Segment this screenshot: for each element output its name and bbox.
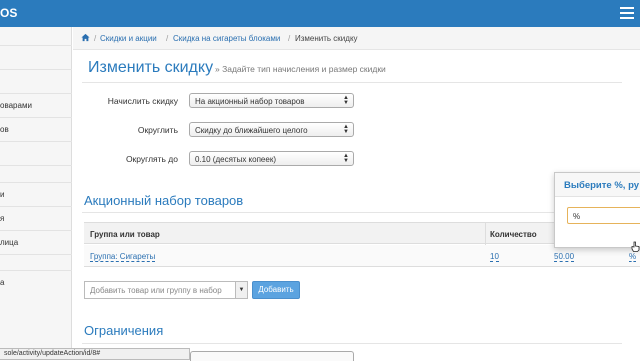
popover-title: Выберите %, ру (564, 180, 640, 191)
breadcrumb-item-discounts[interactable]: Скидки и акции (100, 34, 157, 43)
breadcrumb: / Скидки и акции / Скидка на сигареты бл… (73, 27, 640, 50)
sidebar-item-label: я (0, 214, 5, 223)
top-navbar: OS (0, 0, 640, 27)
sidebar-item-label: оварами (0, 101, 32, 110)
table-row: Группа: Сигареты 10 50.00 % (84, 245, 640, 267)
status-url: sole/activity/updateAction/id/8# (4, 350, 101, 357)
add-item-select[interactable]: Добавить товар или группу в набор ▼ (84, 281, 248, 299)
divider (82, 212, 622, 213)
column-quantity: Количество (490, 230, 537, 239)
add-item-placeholder: Добавить товар или группу в набор (90, 286, 222, 295)
unit-input-value: % (573, 212, 581, 221)
sidebar-item-label: ов (0, 125, 9, 134)
divider (82, 343, 622, 344)
round-select[interactable]: Скидку до ближайшего целого ▲ ▼ (189, 122, 354, 137)
chevron-down-icon[interactable]: ▼ (235, 282, 247, 298)
limits-title: Ограничения (84, 323, 164, 338)
sidebar-item[interactable]: а (0, 270, 72, 294)
sidebar-item-label: лица (0, 238, 19, 247)
select-arrows-icon: ▲ ▼ (343, 153, 349, 164)
breadcrumb-separator: / (288, 34, 291, 43)
brand-logo[interactable]: OS (0, 6, 17, 20)
column-divider (485, 223, 486, 245)
promo-set-title: Акционный набор товаров (84, 193, 244, 208)
unit-link[interactable]: % (629, 252, 637, 262)
sidebar-item-label: а (0, 278, 5, 287)
sidebar-item[interactable] (0, 69, 72, 93)
round-value: Скидку до ближайшего целого (195, 126, 308, 135)
charge-discount-label: Начислить скидку (107, 96, 178, 106)
sidebar-item[interactable] (0, 45, 72, 69)
sidebar: оварами ов и я лица а (0, 27, 72, 360)
hamburger-icon[interactable] (620, 7, 634, 19)
charge-discount-value: На акционный набор товаров (195, 97, 305, 106)
browser-status-bar: sole/activity/updateAction/id/8# (0, 348, 190, 360)
sidebar-item[interactable]: я (0, 206, 72, 230)
hand-cursor-icon (631, 241, 640, 252)
charge-discount-select[interactable]: На акционный набор товаров ▲ ▼ (189, 93, 354, 108)
round-to-label: Округлять до (125, 154, 178, 164)
round-to-select[interactable]: 0.10 (десятых копеек) ▲ ▼ (189, 151, 354, 166)
round-label: Округлить (137, 125, 178, 135)
add-button[interactable]: Добавить (252, 281, 300, 299)
round-to-value: 0.10 (десятых копеек) (195, 155, 276, 164)
sidebar-item-label: и (0, 190, 5, 199)
breadcrumb-separator: / (94, 34, 97, 43)
unit-input[interactable]: % (567, 207, 640, 224)
breadcrumb-separator: / (166, 34, 169, 43)
sidebar-item[interactable]: лица (0, 230, 72, 254)
amount-link[interactable]: 50.00 (554, 252, 575, 262)
select-arrows-icon: ▲ ▼ (343, 124, 349, 135)
column-group: Группа или товар (90, 230, 160, 239)
sidebar-item[interactable]: оварами (0, 93, 72, 117)
divider (82, 82, 622, 83)
page-title: Изменить скидку (88, 59, 214, 76)
breadcrumb-item-cigarette-discount[interactable]: Скидка на сигареты блоками (173, 34, 280, 43)
page-subtitle: » Задайте тип начисления и размер скидки (215, 64, 386, 74)
unit-popover: Выберите %, ру % (554, 172, 640, 248)
popover-header: Выберите %, ру (555, 173, 640, 197)
sidebar-item[interactable]: и (0, 182, 72, 206)
select-arrows-icon: ▲ ▼ (343, 95, 349, 106)
sidebar-item[interactable]: ов (0, 117, 72, 141)
quantity-link[interactable]: 10 (490, 252, 499, 262)
breadcrumb-item-current: Изменить скидку (295, 34, 358, 43)
home-icon[interactable] (81, 33, 90, 42)
group-link[interactable]: Группа: Сигареты (90, 252, 156, 262)
sidebar-item[interactable] (0, 141, 72, 165)
